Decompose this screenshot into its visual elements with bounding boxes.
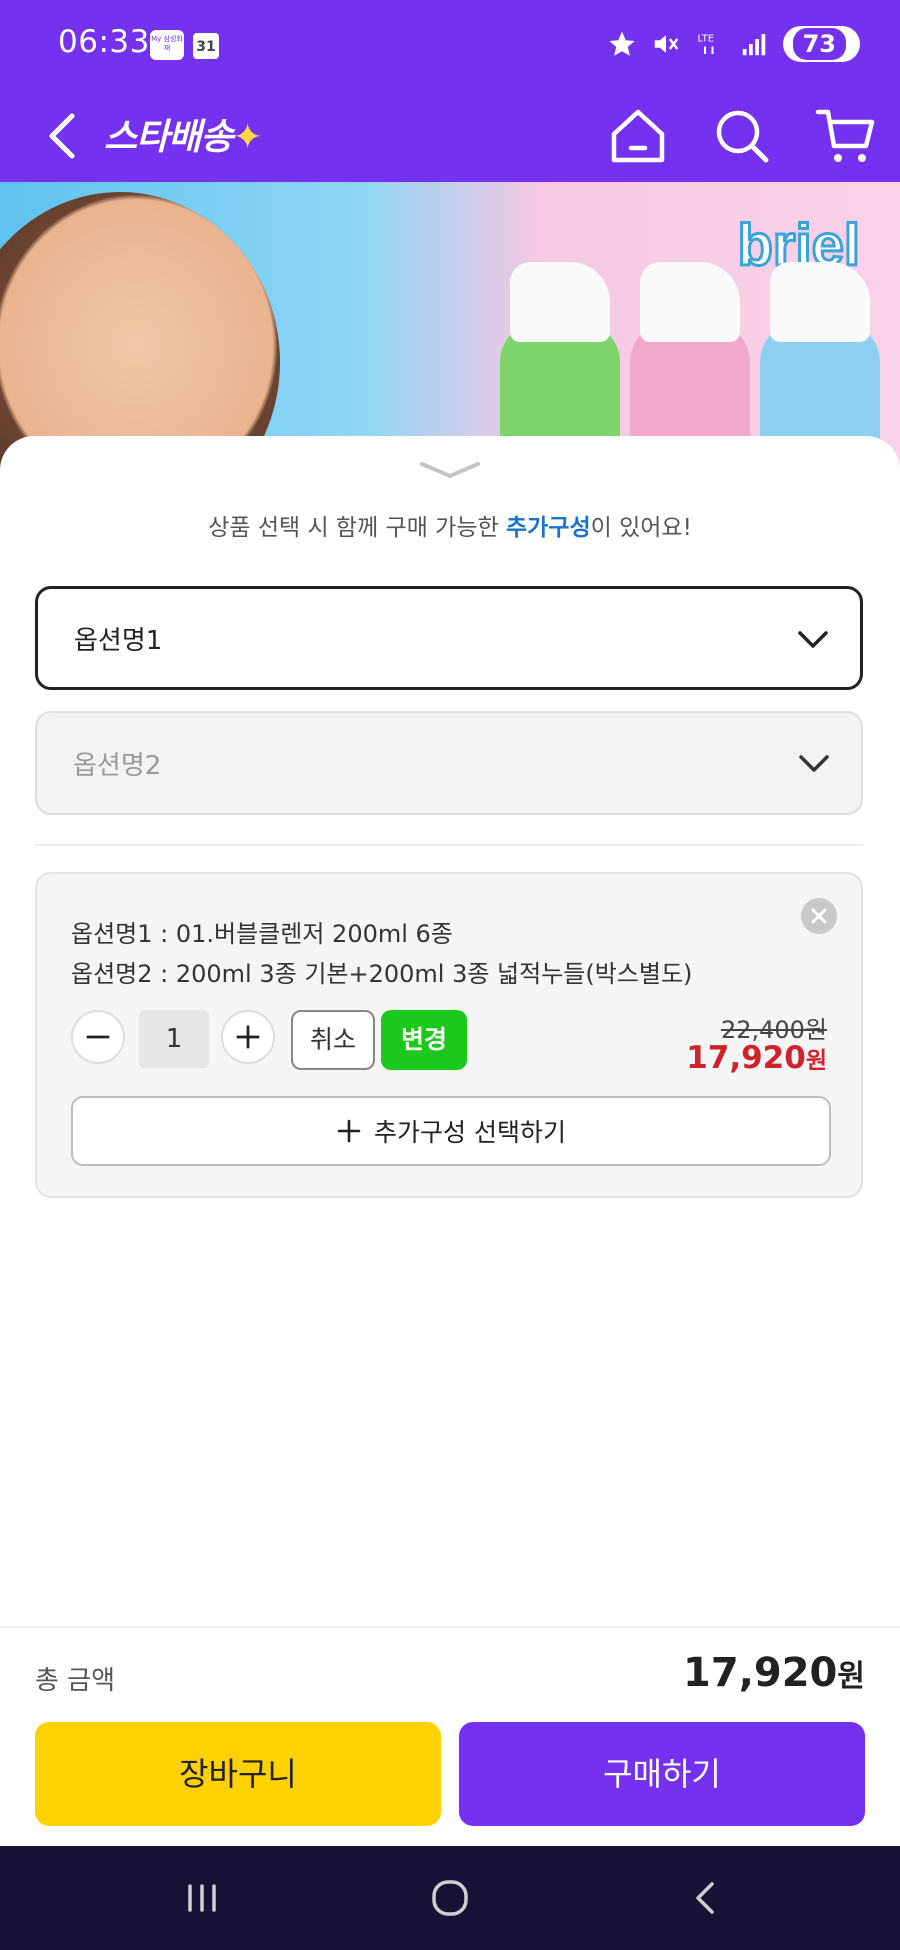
store-logo[interactable]: 스타배송✦: [104, 110, 263, 166]
total-label: 총 금액: [35, 1666, 116, 1696]
battery-indicator: 73: [782, 26, 860, 62]
back-nav-icon[interactable]: [676, 1868, 736, 1928]
selected-option-card: 옵션명1 : 01.버블클렌저 200ml 6종 옵션명2 : 200ml 3종…: [35, 872, 863, 1198]
banner-child-photo: [0, 192, 280, 472]
notice-prefix: 상품 선택 시 함께 구매 가능한: [208, 515, 506, 541]
remove-option-close-icon[interactable]: [801, 898, 837, 934]
additional-config-notice: 상품 선택 시 함께 구매 가능한 추가구성이 있어요!: [0, 508, 900, 542]
svg-text:LTE: LTE: [697, 34, 714, 45]
system-nav-bar: [0, 1846, 900, 1950]
total-price-unit: 원: [837, 1659, 865, 1694]
option-bottom-sheet: 상품 선택 시 함께 구매 가능한 추가구성이 있어요! 옵션명1 옵션명2 옵…: [0, 436, 900, 1950]
status-time: 06:33: [58, 24, 150, 60]
logo-star-icon: ✦: [232, 117, 262, 158]
add-config-label: 추가구성 선택하기: [374, 1118, 566, 1147]
chevron-down-icon: [798, 631, 828, 648]
back-button[interactable]: [32, 104, 96, 168]
sale-price-unit: 원: [805, 1048, 827, 1074]
option1-label: 옵션명1: [74, 625, 163, 656]
divider: [35, 844, 863, 846]
lte-icon: LTE: [697, 34, 714, 54]
change-button[interactable]: 변경: [381, 1010, 467, 1070]
notice-suffix: 이 있어요!: [590, 515, 692, 541]
cart-icon[interactable]: [812, 102, 880, 170]
option2-select[interactable]: 옵션명2: [35, 711, 863, 815]
status-bar: 06:33 My 삼성화재 31 LTE 73: [0, 0, 900, 90]
quantity-decrease-button[interactable]: [71, 1010, 125, 1064]
recent-apps-icon[interactable]: [172, 1868, 232, 1928]
star-icon: [609, 31, 635, 56]
home-nav-icon[interactable]: [420, 1868, 480, 1928]
buy-now-button[interactable]: 구매하기: [459, 1722, 865, 1826]
status-indicators: LTE 73: [607, 24, 860, 64]
product-banner-image: briel: [0, 182, 900, 472]
battery-level: 73: [792, 28, 846, 60]
notice-highlight: 추가구성: [505, 515, 591, 541]
add-to-cart-button[interactable]: 장바구니: [35, 1722, 441, 1826]
selected-option1-text: 옵션명1 : 01.버블클렌저 200ml 6종: [71, 920, 453, 948]
app-header: 스타배송✦: [0, 90, 900, 182]
quantity-value[interactable]: 1: [139, 1010, 209, 1068]
signal-icon: [742, 34, 765, 56]
samsung-fire-app-icon: My 삼성화재: [150, 30, 184, 60]
sale-price-value: 17,920: [686, 1040, 806, 1076]
search-icon[interactable]: [708, 102, 776, 170]
calendar-icon: 31: [193, 33, 219, 59]
selected-option2-text: 옵션명2 : 200ml 3종 기본+200ml 3종 넓적누들(박스별도): [71, 960, 693, 988]
total-price-value: 17,920: [683, 1650, 838, 1696]
summary-divider: [0, 1626, 900, 1628]
option1-select[interactable]: 옵션명1: [35, 586, 863, 690]
total-price: 17,920원: [683, 1650, 865, 1696]
plus-icon: [337, 1119, 361, 1143]
home-icon[interactable]: [604, 102, 672, 170]
quantity-increase-button[interactable]: [221, 1010, 275, 1064]
mute-icon: [654, 35, 678, 53]
sale-price: 17,920원: [686, 1040, 827, 1076]
cancel-button[interactable]: 취소: [291, 1010, 375, 1070]
chevron-down-icon: [799, 755, 829, 772]
add-config-button[interactable]: 추가구성 선택하기: [71, 1096, 831, 1166]
logo-text: 스타배송: [104, 117, 233, 158]
sheet-collapse-handle[interactable]: [418, 460, 482, 480]
option2-placeholder: 옵션명2: [73, 750, 162, 781]
